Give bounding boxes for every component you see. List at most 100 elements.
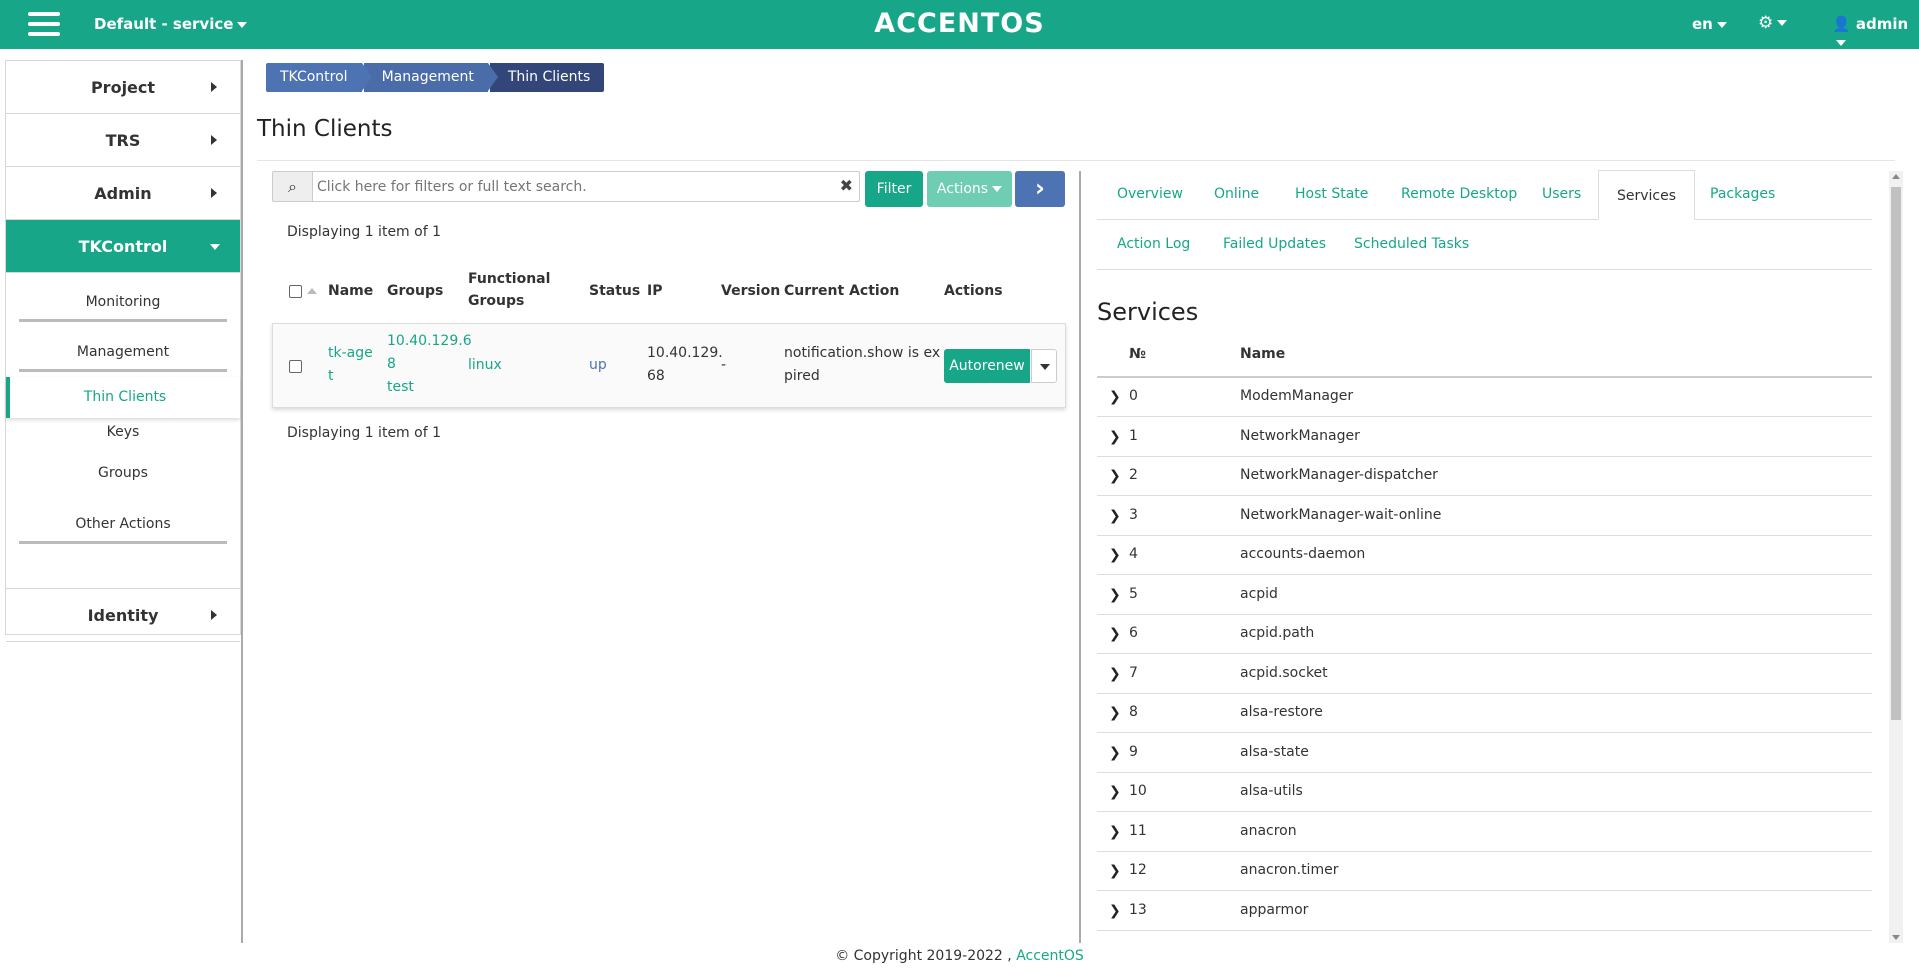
tab-services[interactable]: Services <box>1598 170 1696 220</box>
col-header-current-action[interactable]: Current Action <box>784 280 899 302</box>
table-row[interactable]: ❯ 9 alsa-state <box>1097 734 1872 773</box>
service-name: ModemManager <box>1240 388 1354 404</box>
language-selector[interactable]: en <box>1692 15 1727 33</box>
ip-line2: 68 <box>647 368 665 384</box>
scroll-up-icon[interactable] <box>1892 174 1900 179</box>
chevron-right-icon[interactable]: ❯ <box>1109 626 1121 642</box>
sidebar: Project TRS Admin TKControl Monitoring M… <box>5 60 241 642</box>
service-num: 0 <box>1129 388 1138 404</box>
scroll-down-icon[interactable] <box>1892 935 1900 940</box>
user-icon: 👤 <box>1832 15 1851 33</box>
col-header-functional-groups[interactable]: Functional Groups <box>468 268 550 312</box>
sidebar-section-admin[interactable]: Admin <box>6 167 240 220</box>
tab-host-state[interactable]: Host State <box>1295 169 1368 219</box>
filter-button[interactable]: Filter <box>865 171 923 207</box>
user-menu[interactable]: 👤 admin <box>1832 15 1919 51</box>
table-row[interactable]: ❯ 7 acpid.socket <box>1097 655 1872 694</box>
table-row[interactable]: ❯ 5 acpid <box>1097 576 1872 615</box>
subnav-divider <box>19 369 227 372</box>
breadcrumb-item-management[interactable]: Management <box>363 63 499 92</box>
col-header-ip[interactable]: IP <box>647 280 662 302</box>
service-num: 2 <box>1129 467 1138 483</box>
hamburger-icon[interactable] <box>28 12 60 38</box>
autorenew-button[interactable]: Autorenew <box>944 349 1030 383</box>
sort-icon[interactable] <box>307 288 317 294</box>
sidebar-section-project[interactable]: Project <box>6 61 240 114</box>
col-header-functional-groups-line2: Groups <box>468 293 525 309</box>
sidebar-section-identity[interactable]: Identity <box>6 589 240 642</box>
chevron-right-icon[interactable]: ❯ <box>1109 389 1121 405</box>
row-checkbox[interactable] <box>289 360 302 373</box>
tab-packages[interactable]: Packages <box>1710 169 1775 219</box>
chevron-down-icon <box>1716 21 1727 28</box>
table-row[interactable]: ❯ 1 NetworkManager <box>1097 418 1872 457</box>
subnav-divider <box>19 541 227 544</box>
project-selector[interactable]: Default - service <box>94 15 248 33</box>
select-all-checkbox[interactable] <box>289 285 302 298</box>
table-row[interactable]: ❯ 11 anacron <box>1097 813 1872 852</box>
gear-icon: ⚙ <box>1758 13 1774 33</box>
table-row[interactable]: ❯ 0 ModemManager <box>1097 378 1872 417</box>
current-action-line1: notification.show is ex <box>784 345 941 361</box>
tab-action-log[interactable]: Action Log <box>1117 219 1190 269</box>
col-header-version[interactable]: Version <box>721 280 780 302</box>
chevron-right-icon[interactable]: ❯ <box>1109 745 1121 761</box>
subnav-thin-clients[interactable]: Thin Clients <box>6 377 240 418</box>
chevron-right-icon[interactable]: ❯ <box>1109 468 1121 484</box>
close-icon[interactable]: ✖ <box>840 176 853 195</box>
chevron-right-icon[interactable]: › <box>1015 171 1065 207</box>
chevron-right-icon[interactable]: ❯ <box>1109 547 1121 563</box>
col-header-name[interactable]: Name <box>328 280 373 302</box>
table-row[interactable]: ❯ 13 apparmor <box>1097 892 1872 931</box>
table-row[interactable]: ❯ 6 acpid.path <box>1097 615 1872 654</box>
service-name: anacron.timer <box>1240 862 1339 878</box>
tab-scheduled-tasks[interactable]: Scheduled Tasks <box>1354 219 1469 269</box>
subnav-keys[interactable]: Keys <box>6 424 240 440</box>
row-actions-dropdown[interactable] <box>1031 349 1057 383</box>
sidebar-section-tkcontrol[interactable]: TKControl <box>6 220 240 273</box>
actions-button[interactable]: Actions <box>927 171 1012 207</box>
chevron-right-icon[interactable]: ❯ <box>1109 666 1121 682</box>
functional-groups-link[interactable]: linux <box>468 354 502 377</box>
scrollbar[interactable] <box>1889 171 1903 943</box>
chevron-right-icon[interactable]: ❯ <box>1109 429 1121 445</box>
chevron-right-icon[interactable]: ❯ <box>1109 824 1121 840</box>
chevron-right-icon[interactable]: ❯ <box>1109 784 1121 800</box>
service-num: 11 <box>1129 823 1147 839</box>
table-row[interactable]: ❯ 3 NetworkManager-wait-online <box>1097 497 1872 536</box>
subnav-management[interactable]: Management <box>6 344 240 360</box>
tab-users[interactable]: Users <box>1542 169 1581 219</box>
chevron-right-icon[interactable]: ❯ <box>1109 903 1121 919</box>
service-name: accounts-daemon <box>1240 546 1366 562</box>
footer-link[interactable]: AccentOS <box>1016 948 1084 964</box>
table-row[interactable]: ❯ 12 anacron.timer <box>1097 852 1872 891</box>
chevron-down-icon <box>1836 39 1846 46</box>
current-action-line2: pired <box>784 368 820 384</box>
chevron-right-icon[interactable]: ❯ <box>1109 508 1121 524</box>
tab-online[interactable]: Online <box>1214 169 1259 219</box>
tabs-divider <box>1097 269 1872 270</box>
subnav-monitoring[interactable]: Monitoring <box>6 294 240 310</box>
table-row[interactable]: ❯ 4 accounts-daemon <box>1097 536 1872 575</box>
tab-remote-desktop[interactable]: Remote Desktop <box>1401 169 1517 219</box>
chevron-right-icon[interactable]: ❯ <box>1109 863 1121 879</box>
thin-client-name-link[interactable]: tk-age t <box>328 342 373 388</box>
settings-menu[interactable]: ⚙ <box>1758 13 1788 33</box>
scrollbar-thumb[interactable] <box>1891 187 1901 720</box>
search-icon[interactable]: ⌕ <box>273 172 313 201</box>
chevron-right-icon[interactable]: ❯ <box>1109 705 1121 721</box>
table-row[interactable]: ❯ 10 alsa-utils <box>1097 773 1872 812</box>
groups-link[interactable]: 10.40.129.6 8 test <box>387 330 472 399</box>
table-row[interactable]: ❯ 8 alsa-restore <box>1097 694 1872 733</box>
subnav-groups[interactable]: Groups <box>6 465 240 481</box>
search-input[interactable] <box>317 172 817 201</box>
sidebar-section-trs[interactable]: TRS <box>6 114 240 167</box>
col-header-status[interactable]: Status <box>589 280 640 302</box>
chevron-right-icon[interactable]: ❯ <box>1109 587 1121 603</box>
tab-overview[interactable]: Overview <box>1117 169 1183 219</box>
subnav-other-actions[interactable]: Other Actions <box>6 516 240 532</box>
breadcrumb-item-tkcontrol[interactable]: TKControl <box>266 63 372 92</box>
col-header-groups[interactable]: Groups <box>387 280 443 302</box>
tab-failed-updates[interactable]: Failed Updates <box>1223 219 1326 269</box>
table-row[interactable]: ❯ 2 NetworkManager-dispatcher <box>1097 457 1872 496</box>
